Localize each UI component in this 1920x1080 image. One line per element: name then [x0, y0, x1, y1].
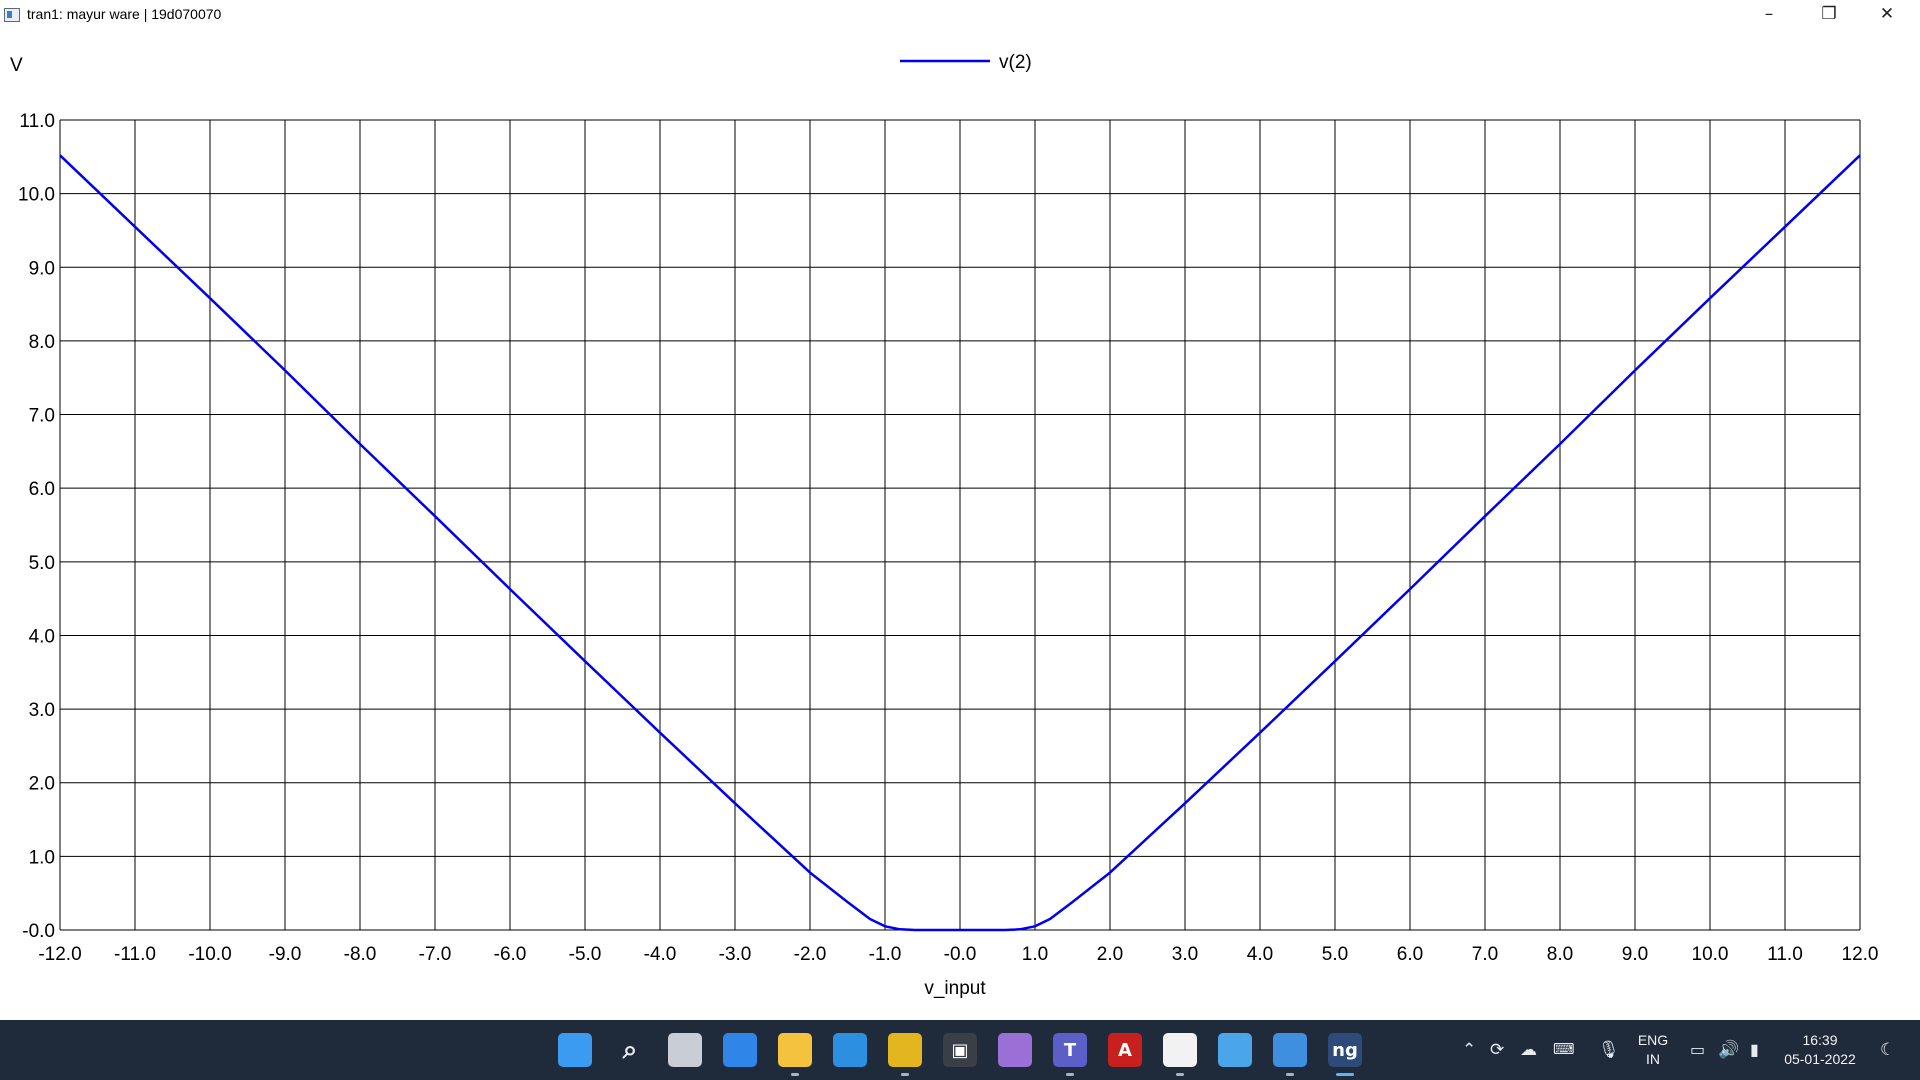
- x-tick-label: -10.0: [188, 944, 231, 965]
- volume-icon[interactable]: 🔊: [1718, 1040, 1739, 1060]
- x-tick-label: -6.0: [494, 944, 527, 965]
- x-tick-labels: -12.0 -11.0 -10.0 -9.0 -8.0 -7.0 -6.0 -5.0 -4.0 -…: [38, 944, 1878, 965]
- search-icon[interactable]: ⌕: [613, 1033, 647, 1067]
- github-icon[interactable]: [998, 1033, 1032, 1067]
- focus-assist-moon-icon[interactable]: ☾: [1880, 1040, 1895, 1060]
- input-language-indicator[interactable]: ENG IN: [1628, 1031, 1678, 1069]
- x-tick-label: -7.0: [419, 944, 452, 965]
- x-tick-label: 4.0: [1247, 944, 1273, 965]
- maximize-button[interactable]: ❐: [1800, 0, 1858, 29]
- y-tick-label: 9.0: [29, 258, 55, 279]
- gtkwave-icon[interactable]: [1163, 1033, 1197, 1076]
- task-view-icon[interactable]: [668, 1033, 702, 1067]
- running-indicator: [1176, 1073, 1184, 1076]
- x-tick-label: -2.0: [794, 944, 827, 965]
- x-tick-label: 8.0: [1547, 944, 1573, 965]
- widgets-icon[interactable]: [723, 1033, 757, 1067]
- microphone-icon[interactable]: 🎙: [1598, 1040, 1620, 1060]
- x-tick-label: -11.0: [114, 944, 156, 965]
- start-icon[interactable]: [558, 1033, 592, 1067]
- x-tick-label: -12.0: [38, 944, 81, 965]
- x-tick-label: -5.0: [569, 944, 602, 965]
- y-tick-label: -0.0: [22, 921, 55, 942]
- file-explorer-icon[interactable]: [778, 1033, 812, 1076]
- y-tick-label: 5.0: [29, 553, 55, 574]
- running-indicator: [901, 1073, 909, 1076]
- x-tick-label: 6.0: [1397, 944, 1423, 965]
- x-tick-label: 7.0: [1472, 944, 1498, 965]
- y-tick-label: 6.0: [29, 479, 55, 500]
- language-label: ENG: [1637, 1032, 1669, 1048]
- terminal-icon[interactable]: ▣: [943, 1033, 977, 1067]
- y-tick-label: 8.0: [29, 332, 55, 353]
- window-title: tran1: mayur ware | 19d070070: [27, 6, 222, 22]
- y-tick-label: 3.0: [29, 700, 55, 721]
- running-indicator: [1336, 1073, 1354, 1076]
- y-tick-label: 10.0: [18, 185, 55, 206]
- sync-icon[interactable]: ⟳: [1490, 1040, 1504, 1060]
- minimize-button[interactable]: –: [1740, 0, 1798, 29]
- paint-icon[interactable]: [1218, 1033, 1252, 1067]
- window-title-bar: tran1: mayur ware | 19d070070 – ❐ ✕: [0, 0, 1920, 29]
- show-hidden-icons-chevron-icon[interactable]: ⌃: [1462, 1040, 1476, 1060]
- vscode-icon[interactable]: [833, 1033, 867, 1067]
- x-tick-label: 12.0: [1842, 944, 1879, 965]
- ngspice-icon[interactable]: ng: [1328, 1033, 1362, 1076]
- app-window-icon: [4, 8, 20, 22]
- x-tick-label: 2.0: [1097, 944, 1123, 965]
- y-tick-labels: -0.0 1.0 2.0 3.0 4.0 5.0 6.0 7.0 8.0 9.0 10.0 11.0: [18, 111, 55, 942]
- y-tick-label: 7.0: [29, 406, 55, 427]
- running-indicator: [1066, 1073, 1074, 1076]
- plot-grid: [59, 119, 1861, 931]
- x-tick-label: 1.0: [1022, 944, 1048, 965]
- y-axis-label: V: [10, 55, 23, 76]
- y-tick-label: 11.0: [19, 111, 55, 132]
- clock[interactable]: 16:39 05-01-2022: [1780, 1031, 1860, 1069]
- close-button[interactable]: ✕: [1858, 0, 1916, 29]
- running-indicator: [791, 1073, 799, 1076]
- x-tick-label: -0.0: [944, 944, 977, 965]
- plot-canvas[interactable]: -12.0 -11.0 -10.0 -9.0 -8.0 -7.0 -6.0 -5.0 -4.0 -…: [0, 29, 1920, 1020]
- x-tick-label: 11.0: [1767, 944, 1803, 965]
- teams-icon[interactable]: T: [1053, 1033, 1087, 1076]
- clock-date: 05-01-2022: [1784, 1051, 1856, 1067]
- region-label: IN: [1646, 1051, 1660, 1067]
- notepad-icon[interactable]: [1273, 1033, 1307, 1076]
- x-tick-label: -8.0: [344, 944, 377, 965]
- x-tick-label: -3.0: [719, 944, 752, 965]
- x-tick-label: 5.0: [1322, 944, 1348, 965]
- running-indicator: [1286, 1073, 1294, 1076]
- onedrive-cloud-icon[interactable]: ☁: [1520, 1040, 1537, 1060]
- legend-label-v2: v(2): [999, 52, 1032, 73]
- battery-icon[interactable]: ▮: [1750, 1040, 1759, 1059]
- x-tick-label: 10.0: [1692, 944, 1729, 965]
- network-icon[interactable]: ▭: [1690, 1040, 1705, 1059]
- legend: v(2): [900, 52, 1032, 73]
- y-tick-label: 4.0: [29, 626, 55, 647]
- keyboard-icon[interactable]: ⌨: [1553, 1040, 1575, 1058]
- x-tick-label: -1.0: [869, 944, 902, 965]
- x-tick-label: -4.0: [644, 944, 677, 965]
- clock-time: 16:39: [1802, 1032, 1838, 1048]
- x-tick-label: 9.0: [1622, 944, 1648, 965]
- x-axis-label: v_input: [924, 978, 986, 999]
- chrome-icon[interactable]: [888, 1033, 922, 1076]
- y-tick-label: 2.0: [29, 774, 55, 795]
- acrobat-icon[interactable]: A: [1108, 1033, 1142, 1067]
- x-tick-label: -9.0: [269, 944, 302, 965]
- x-tick-label: 3.0: [1172, 944, 1198, 965]
- y-tick-label: 1.0: [29, 847, 55, 868]
